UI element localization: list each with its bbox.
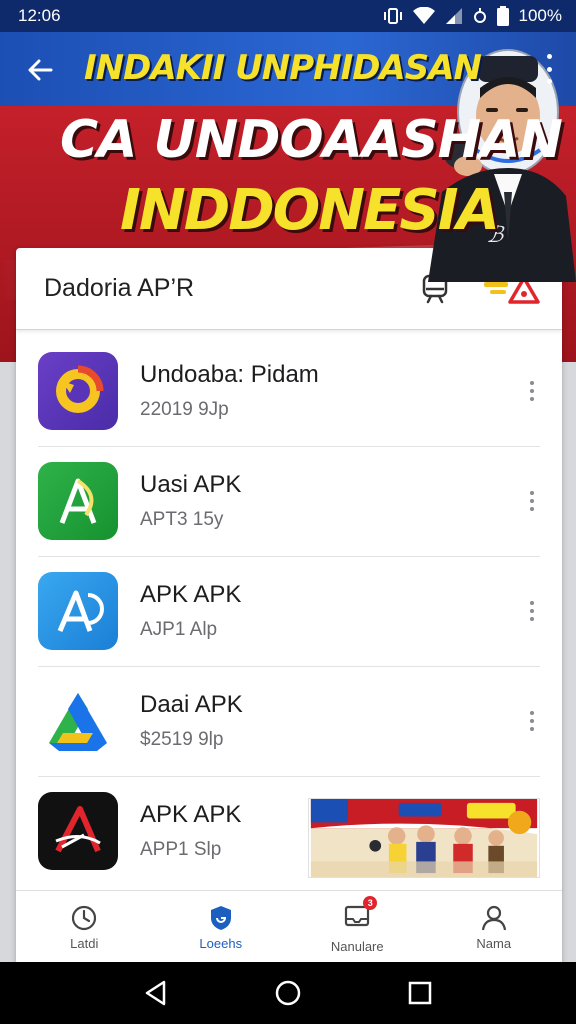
system-recents-button[interactable]: [400, 973, 440, 1013]
triangle-drive-icon: [49, 693, 107, 751]
app-icon-undoaba: [38, 352, 118, 430]
nav-label: Loeehs: [199, 936, 243, 951]
app-meta: APP1 Slp: [140, 839, 222, 860]
hero-headline-middle: CA UNDOAASHAN: [60, 110, 563, 170]
hero-headline-top: INDAKII UNPHIDASAN: [84, 48, 482, 88]
app-name: APK APK: [140, 581, 242, 608]
nav-item-latdi[interactable]: Latdi: [16, 891, 153, 964]
nav-label: Nama: [476, 936, 512, 951]
battery-level: 100%: [518, 6, 562, 25]
signal-icon: [445, 7, 463, 25]
app-row-uasi[interactable]: Uasi APK APT3 15y: [16, 446, 562, 556]
ring-logo-icon: [56, 365, 104, 413]
nav-badge: 3: [363, 895, 378, 910]
row-more-button[interactable]: [528, 711, 536, 731]
status-time: 12:06: [18, 6, 61, 25]
app-name: Uasi APK: [140, 471, 242, 498]
nav-item-nama[interactable]: Nama: [426, 891, 563, 964]
clock-icon: [72, 905, 97, 931]
row-more-button[interactable]: [528, 601, 536, 621]
app-row-undoaba[interactable]: Undoaba: Pidam 22019 9Jp: [16, 336, 562, 446]
app-icon-apk-1: [38, 572, 118, 650]
row-more-button[interactable]: [528, 381, 536, 401]
system-back-button[interactable]: [136, 973, 176, 1013]
red-a-logo-icon: [55, 806, 101, 853]
status-bar: 12:06 100%: [0, 0, 576, 32]
app-name: APK APK: [140, 801, 242, 828]
shield-icon: [210, 906, 231, 930]
square-recents-icon: [408, 981, 432, 1005]
arrow-left-icon: [28, 59, 53, 81]
triangle-back-icon: [145, 980, 166, 1006]
vibrate-icon: [383, 7, 403, 25]
wifi-icon: [412, 7, 435, 25]
circle-home-icon: [275, 980, 301, 1006]
app-name: Undoaba: Pidam: [140, 361, 319, 388]
app-meta: APT3 15y: [140, 509, 224, 530]
app-row-daai[interactable]: Daai APK $2519 9lp: [16, 666, 562, 776]
card-title: Dadoria AP’R: [44, 274, 195, 302]
app-row-apk-1[interactable]: APK APK AJP1 Alp: [16, 556, 562, 666]
nav-label: Nanulare: [330, 938, 384, 954]
letter-a-logo-icon: [59, 478, 97, 524]
app-meta: 22019 9Jp: [140, 399, 229, 420]
app-store-a-icon: [57, 590, 104, 632]
promo-banner-image[interactable]: [308, 798, 540, 878]
app-icon-daai: [38, 682, 118, 760]
nav-label: Latdi: [70, 936, 99, 951]
bottom-navigation: Latdi Loeehs 3 Nanulare Nama: [16, 890, 562, 964]
nav-item-loeehs[interactable]: Loeehs: [153, 891, 290, 964]
back-button[interactable]: [22, 52, 58, 88]
person-icon: [481, 905, 506, 931]
app-icon-uasi: [38, 462, 118, 540]
hero-headline-bottom: INDDONESIA: [120, 178, 500, 243]
app-list-card: Dadoria AP’R 2 Undoaba: Pidam 22019 9Jp: [16, 248, 562, 964]
app-meta: AJP1 Alp: [140, 619, 218, 640]
battery-icon: [496, 6, 509, 26]
system-navigation-bar: [0, 962, 576, 1024]
app-meta: $2519 9lp: [140, 729, 224, 750]
row-more-button[interactable]: [528, 491, 536, 511]
app-name: Daai APK: [140, 691, 243, 718]
system-home-button[interactable]: [268, 973, 308, 1013]
status-icons: 100%: [383, 6, 562, 26]
data-saver-icon: [473, 7, 487, 25]
nav-item-nanulare[interactable]: 3 Nanulare: [289, 891, 426, 964]
app-icon-apk-2: [38, 792, 118, 870]
overflow-menu-button[interactable]: [542, 54, 556, 84]
